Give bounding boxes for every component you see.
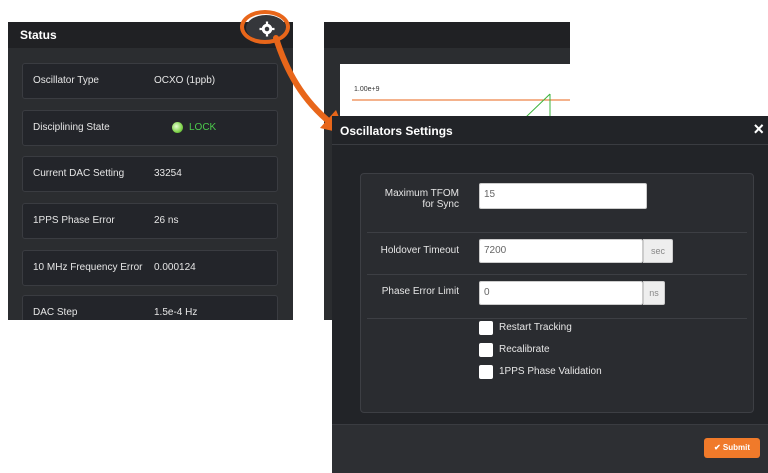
chart-panel-header [324,22,570,48]
recalibrate-checkbox[interactable] [479,343,493,357]
modal-footer: ✔ Submit [332,424,768,473]
status-value: 26 ns [154,215,179,226]
settings-form: Maximum TFOM for Sync 15 Holdover Timeou… [360,173,754,413]
submit-button[interactable]: ✔ Submit [704,438,760,458]
status-row-disciplining-state: Disciplining State LOCK [22,110,278,146]
tfom-label-line1: Maximum TFOM [384,188,459,199]
close-icon[interactable]: × [753,119,764,140]
status-label: 1PPS Phase Error [33,215,115,226]
status-label: Current DAC Setting [33,168,125,179]
status-label: Oscillator Type [33,75,99,86]
lock-status-text: LOCK [189,122,217,133]
divider [367,318,747,319]
modal-header: Oscillators Settings × [332,116,768,145]
status-row-oscillator-type: Oscillator Type OCXO (1ppb) [22,63,278,99]
max-tfom-input[interactable]: 15 [479,183,647,209]
modal-title: Oscillators Settings [340,124,453,138]
status-label: 10 MHz Frequency Error [33,262,143,273]
status-label: DAC Step [33,307,78,318]
phase-error-limit-input[interactable]: 0 [479,281,643,305]
phase-validation-checkbox[interactable] [479,365,493,379]
status-label: Disciplining State [33,122,110,133]
phase-validation-label: 1PPS Phase Validation [499,366,602,377]
holdover-timeout-label: Holdover Timeout [380,245,459,256]
lock-indicator-icon [172,122,183,133]
status-row-dac-step: DAC Step 1.5e-4 Hz [22,295,278,320]
phase-error-limit-label: Phase Error Limit [381,286,459,297]
status-value: 0.000124 [154,262,196,273]
status-value: OCXO (1ppb) [154,75,216,86]
phase-error-unit: ns [643,281,665,305]
status-panel: Status Oscillator Type OCXO (1ppb) Disci… [8,22,293,320]
holdover-unit: sec [643,239,673,263]
divider [367,274,747,275]
oscillators-settings-modal: Oscillators Settings × Maximum TFOM for … [332,116,768,473]
status-row-10mhz-frequency-error: 10 MHz Frequency Error 0.000124 [22,250,278,286]
restart-tracking-label: Restart Tracking [499,322,572,333]
recalibrate-label: Recalibrate [499,344,550,355]
divider [367,232,747,233]
restart-tracking-checkbox[interactable] [479,321,493,335]
holdover-timeout-input[interactable]: 7200 [479,239,643,263]
status-row-1pps-phase-error: 1PPS Phase Error 26 ns [22,203,278,239]
tfom-label: Maximum TFOM for Sync [355,188,459,210]
tfom-label-line2: for Sync [422,199,459,210]
status-row-dac-setting: Current DAC Setting 33254 [22,156,278,192]
status-value: 1.5e-4 Hz [154,307,198,318]
status-value: 33254 [154,168,182,179]
